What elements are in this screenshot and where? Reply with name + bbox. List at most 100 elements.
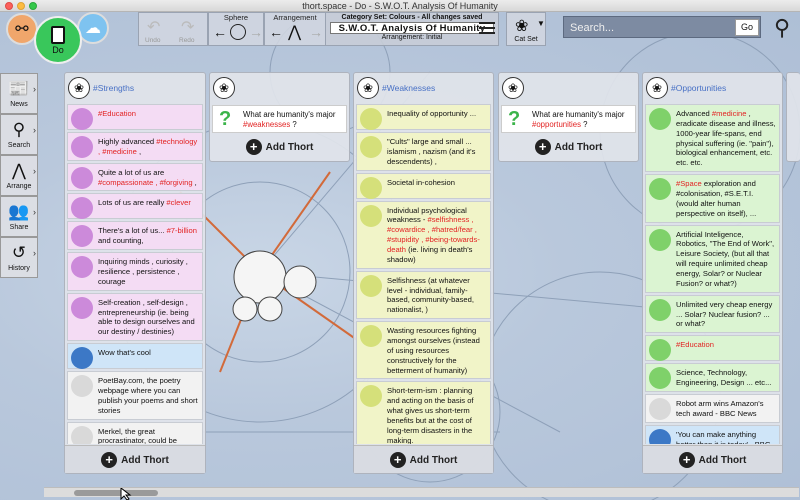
question-card[interactable]: ? What are humanity's major #weaknesses … bbox=[212, 105, 347, 133]
thort-card[interactable]: Advanced #medicine , eradicate disease a… bbox=[645, 104, 780, 173]
category-flower-icon[interactable]: ❀ bbox=[68, 77, 90, 99]
thort-card[interactable]: Lots of us are really #clever bbox=[67, 193, 203, 220]
column-title[interactable]: #Strengths bbox=[93, 83, 134, 93]
category-dot-icon[interactable] bbox=[649, 108, 671, 130]
sphere-forward-arrow-icon[interactable]: → bbox=[249, 24, 263, 40]
thort-card[interactable]: Quite a lot of us are #compassionate , #… bbox=[67, 162, 203, 192]
thort-card[interactable]: Highly advanced #technology , #medicine … bbox=[67, 132, 203, 161]
thort-card[interactable]: Short-term-ism : planning and acting on … bbox=[356, 381, 491, 444]
thort-card[interactable]: Individual psychological weakness - #sel… bbox=[356, 200, 491, 269]
thort-card[interactable]: #Education bbox=[645, 335, 780, 362]
scrollbar-thumb[interactable] bbox=[74, 490, 158, 496]
thort-card[interactable]: #Education bbox=[67, 104, 203, 130]
category-dot-icon[interactable] bbox=[649, 228, 671, 251]
mouse-pointer-icon bbox=[120, 488, 132, 500]
category-flower-icon[interactable]: ❀ bbox=[213, 77, 235, 99]
sidebar-item-share[interactable]: 👥 Share › bbox=[0, 196, 38, 237]
do-button[interactable]: Do bbox=[34, 16, 82, 64]
redo-icon[interactable]: ↷ bbox=[181, 17, 194, 37]
question-hashtag[interactable]: #weaknesses bbox=[243, 120, 290, 129]
video-camera-icon[interactable] bbox=[71, 347, 93, 370]
category-dot-icon[interactable] bbox=[71, 256, 93, 279]
horizontal-scrollbar[interactable] bbox=[44, 487, 799, 497]
sidebar-item-search[interactable]: ⚲ Search › bbox=[0, 114, 38, 155]
category-flower-icon[interactable]: ❀ bbox=[502, 77, 524, 99]
thort-card[interactable]: There's a lot of us... #7-billion and co… bbox=[67, 221, 203, 251]
category-dot-icon[interactable] bbox=[71, 136, 93, 158]
category-dot-icon[interactable] bbox=[71, 296, 93, 319]
add-thort-button[interactable]: + Add Thort bbox=[65, 450, 205, 470]
sidebar-item-news[interactable]: 📰 News › bbox=[0, 73, 38, 114]
category-dot-icon[interactable] bbox=[649, 178, 671, 201]
category-dot-icon[interactable] bbox=[649, 339, 671, 362]
thort-card[interactable]: Societal in-cohesion bbox=[356, 172, 491, 199]
window-titlebar[interactable]: thort.space - Do - S.W.O.T. Analysis Of … bbox=[0, 0, 800, 12]
category-dot-icon[interactable] bbox=[360, 325, 382, 348]
add-thort-button[interactable]: + Add Thort bbox=[354, 450, 493, 470]
category-dot-icon[interactable] bbox=[360, 108, 382, 130]
category-flower-icon[interactable]: ❀ bbox=[357, 77, 379, 99]
category-dot-icon[interactable] bbox=[360, 136, 382, 158]
add-thort-button[interactable]: + Add Thort bbox=[210, 137, 349, 157]
thort-card[interactable]: Wasting resources fighting amongst ourse… bbox=[356, 321, 491, 380]
category-dot-icon[interactable] bbox=[649, 367, 671, 390]
thort-card[interactable]: Unlimited very cheap energy ... Solar? N… bbox=[645, 294, 780, 334]
arrangement-group[interactable]: Arrangement ← ⋀ → bbox=[264, 12, 326, 46]
add-thort-label: Add Thort bbox=[265, 141, 314, 153]
thort-card[interactable]: Wow that's cool bbox=[67, 343, 203, 370]
add-thort-button[interactable]: + Add Thort bbox=[643, 450, 782, 470]
category-dot-icon[interactable] bbox=[71, 225, 93, 248]
sphere-back-arrow-icon[interactable]: ← bbox=[213, 24, 227, 40]
thort-card[interactable]: "Cults" large and small ... islamism , n… bbox=[356, 132, 491, 171]
thort-card[interactable]: Artificial Inteligence, Robotics, "The E… bbox=[645, 224, 780, 293]
category-dot-icon[interactable] bbox=[360, 385, 382, 408]
thort-text: "Cults" large and small ... islamism , n… bbox=[387, 137, 476, 166]
arrangement-back-arrow-icon[interactable]: ← bbox=[269, 24, 283, 40]
thort-hashtag[interactable]: #clever bbox=[166, 198, 190, 207]
category-flower-icon[interactable]: ❀ bbox=[646, 77, 668, 99]
thort-hashtag[interactable]: #Space bbox=[676, 179, 702, 188]
question-hashtag[interactable]: #opportunities bbox=[532, 120, 581, 129]
arrangement-icon[interactable]: ⋀ bbox=[288, 22, 301, 42]
column-title[interactable]: #Weaknesses bbox=[382, 83, 435, 93]
sphere-icon[interactable] bbox=[230, 24, 246, 40]
thort-card[interactable]: Science, Technology, Engineering, Design… bbox=[645, 363, 780, 393]
thort-card[interactable]: 'You can make anything better than it is… bbox=[645, 424, 780, 444]
thort-hashtag[interactable]: #7-billion bbox=[167, 226, 197, 235]
thort-card[interactable]: Inequality of opportunity ... bbox=[356, 104, 491, 130]
thort-hashtag[interactable]: #Education bbox=[676, 340, 714, 349]
thort-card[interactable]: Robot arm wins Amazon's tech award - BBC… bbox=[645, 394, 780, 423]
history-icon: ↺ bbox=[11, 243, 27, 262]
thort-card[interactable]: Selfishness (at whatever level - individ… bbox=[356, 270, 491, 320]
sidebar-item-history[interactable]: ↺ History › bbox=[0, 237, 38, 278]
question-text: What are humanity's major bbox=[532, 110, 625, 119]
video-camera-icon[interactable] bbox=[649, 428, 671, 444]
thort-hashtag[interactable]: #Education bbox=[98, 109, 136, 118]
thort-text: PoetBay.com, the poetry webpage where yo… bbox=[98, 376, 198, 415]
category-dot-icon[interactable] bbox=[71, 166, 93, 189]
category-dot-icon[interactable] bbox=[649, 298, 671, 321]
category-dot-icon[interactable] bbox=[360, 176, 382, 199]
category-dot-icon[interactable] bbox=[71, 425, 93, 444]
add-thort-button[interactable]: + Add Thort bbox=[499, 137, 638, 157]
arrangement-forward-arrow-icon[interactable]: → bbox=[309, 24, 323, 40]
question-card[interactable]: ? What are humanity's major #opportuniti… bbox=[501, 105, 636, 133]
category-dot-icon[interactable] bbox=[360, 274, 382, 297]
thort-hashtag[interactable]: #compassionate , #forgiving bbox=[98, 178, 193, 187]
undo-icon[interactable]: ↶ bbox=[147, 17, 160, 37]
thort-card[interactable]: Inquiring minds , curiosity , resilience… bbox=[67, 252, 203, 291]
category-dot-icon[interactable] bbox=[71, 375, 93, 398]
sidebar-item-label: History bbox=[8, 265, 30, 272]
thort-hashtag[interactable]: #medicine bbox=[712, 109, 747, 118]
sphere-group[interactable]: Sphere ← → bbox=[208, 12, 264, 46]
sidebar-item-arrange[interactable]: ⋀ Arrange › bbox=[0, 155, 38, 196]
category-dot-icon[interactable] bbox=[360, 204, 382, 227]
category-dot-icon[interactable] bbox=[71, 197, 93, 220]
column-title[interactable]: #Opportunities bbox=[671, 83, 726, 93]
thort-card[interactable]: Merkel, the great procrastinator, could … bbox=[67, 421, 203, 444]
thort-card[interactable]: Self-creation , self-design , entreprene… bbox=[67, 292, 203, 342]
category-dot-icon[interactable] bbox=[649, 398, 671, 421]
category-dot-icon[interactable] bbox=[71, 108, 93, 130]
thort-card[interactable]: PoetBay.com, the poetry webpage where yo… bbox=[67, 371, 203, 420]
thort-card[interactable]: #Space exploration and #colonisation, #S… bbox=[645, 174, 780, 223]
